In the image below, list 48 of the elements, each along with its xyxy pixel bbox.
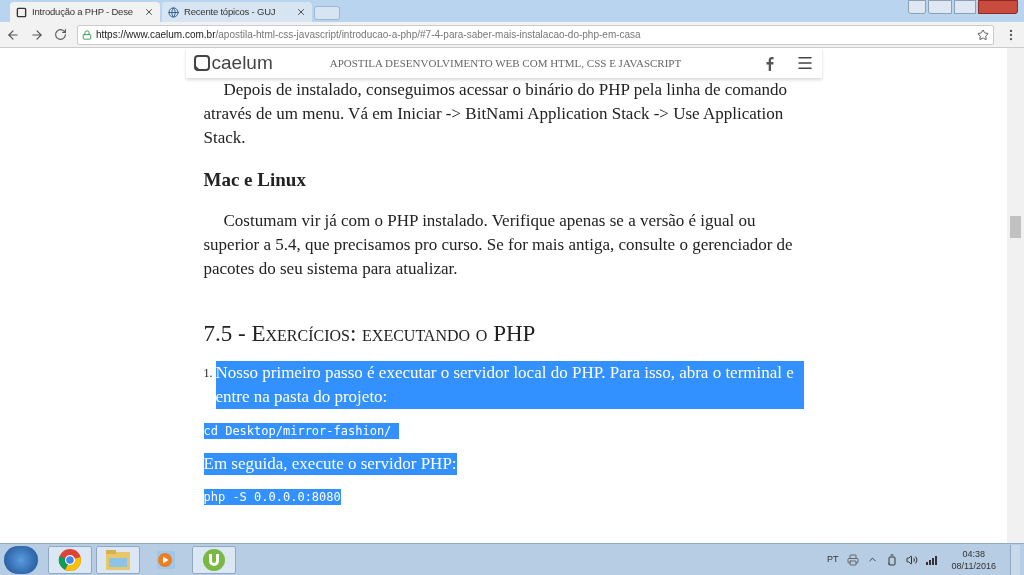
logo-icon	[193, 55, 210, 71]
page-icon	[16, 6, 27, 18]
time: 04:38	[962, 547, 986, 560]
url-text: https://www.caelum.com.br/apostila-html-css-javascript/introducao-a-php/#7-4-para-saber-mais-instalacao-do-php-em-casa	[96, 28, 641, 42]
clock[interactable]: 04:38 08/11/2016	[951, 547, 996, 572]
close-icon[interactable]	[296, 7, 306, 17]
back-icon[interactable]	[6, 27, 20, 42]
tab-title: Recente tópicos - GUJ	[184, 4, 277, 19]
bookmark-star-icon[interactable]	[977, 28, 989, 41]
close-button[interactable]	[978, 0, 1018, 14]
taskbar-button[interactable]	[192, 545, 236, 574]
chrome-icon	[58, 547, 82, 572]
close-icon[interactable]	[144, 7, 154, 17]
browser-tab[interactable]: Recente tópicos - GUJ	[162, 2, 312, 22]
user-button[interactable]	[908, 0, 926, 14]
browser-tab[interactable]: Introdução a PHP - Dese	[10, 2, 160, 22]
lock-icon	[82, 29, 92, 40]
forward-icon[interactable]	[30, 27, 44, 42]
play-icon	[155, 548, 177, 571]
section-heading: 7.5 - Exercícios: executando o PHP	[203, 319, 536, 348]
language-indicator[interactable]: PT	[827, 552, 839, 567]
paragraph: Em seguida, execute o servidor PHP:	[203, 453, 457, 475]
facebook-icon[interactable]	[764, 55, 774, 71]
scrollbar[interactable]	[1007, 48, 1024, 543]
tab-title: Introdução a PHP - Dese	[32, 4, 134, 19]
start-button[interactable]	[4, 545, 38, 574]
maximize-button[interactable]	[954, 0, 976, 14]
taskbar-button[interactable]	[48, 545, 92, 574]
scroll-thumb[interactable]	[1010, 216, 1021, 238]
taskbar-button[interactable]	[96, 545, 140, 574]
subheading: Mac e Linux	[203, 168, 306, 192]
reload-icon[interactable]	[54, 28, 67, 41]
globe-icon	[168, 6, 179, 18]
date: 08/11/2016	[951, 559, 996, 572]
volume-icon[interactable]	[905, 553, 918, 566]
torrent-icon	[202, 547, 226, 572]
battery-icon[interactable]	[885, 553, 898, 566]
logo-text[interactable]: caelum	[211, 48, 273, 78]
signal-icon[interactable]	[925, 554, 938, 565]
paragraph: Depois de instalado, conseguimos acessar o binário do PHP pela linha de comando através de um menu. Vá em Iniciar -> BitNami Application Stack -> Use Application Stack.	[203, 79, 789, 149]
folder-icon	[105, 548, 131, 571]
minimize-button[interactable]	[928, 0, 952, 14]
book-title: APOSTILA DESENVOLVIMENTO WEB COM HTML, CSS E JAVASCRIPT	[329, 55, 682, 71]
menu-icon[interactable]	[795, 54, 814, 72]
list-number: 1.	[203, 365, 213, 382]
paragraph: Nosso primeiro passo é executar o servidor local do PHP. Para isso, abra o terminal e entre na pasta do projeto:	[215, 361, 804, 409]
paragraph: Costumam vir já com o PHP instalado. Verifique apenas se a versão é igual ou superior a 5.4, que precisamos pro curso. Se for mais antiga, consulte o gerenciador de pacotes do seu sistema para atualizar.	[203, 209, 794, 280]
address-field[interactable]: https://www.caelum.com.br/apostila-html-css-javascript/introducao-a-php/#7-4-para-saber-mais-instalacao-do-php-em-casa	[77, 24, 994, 45]
